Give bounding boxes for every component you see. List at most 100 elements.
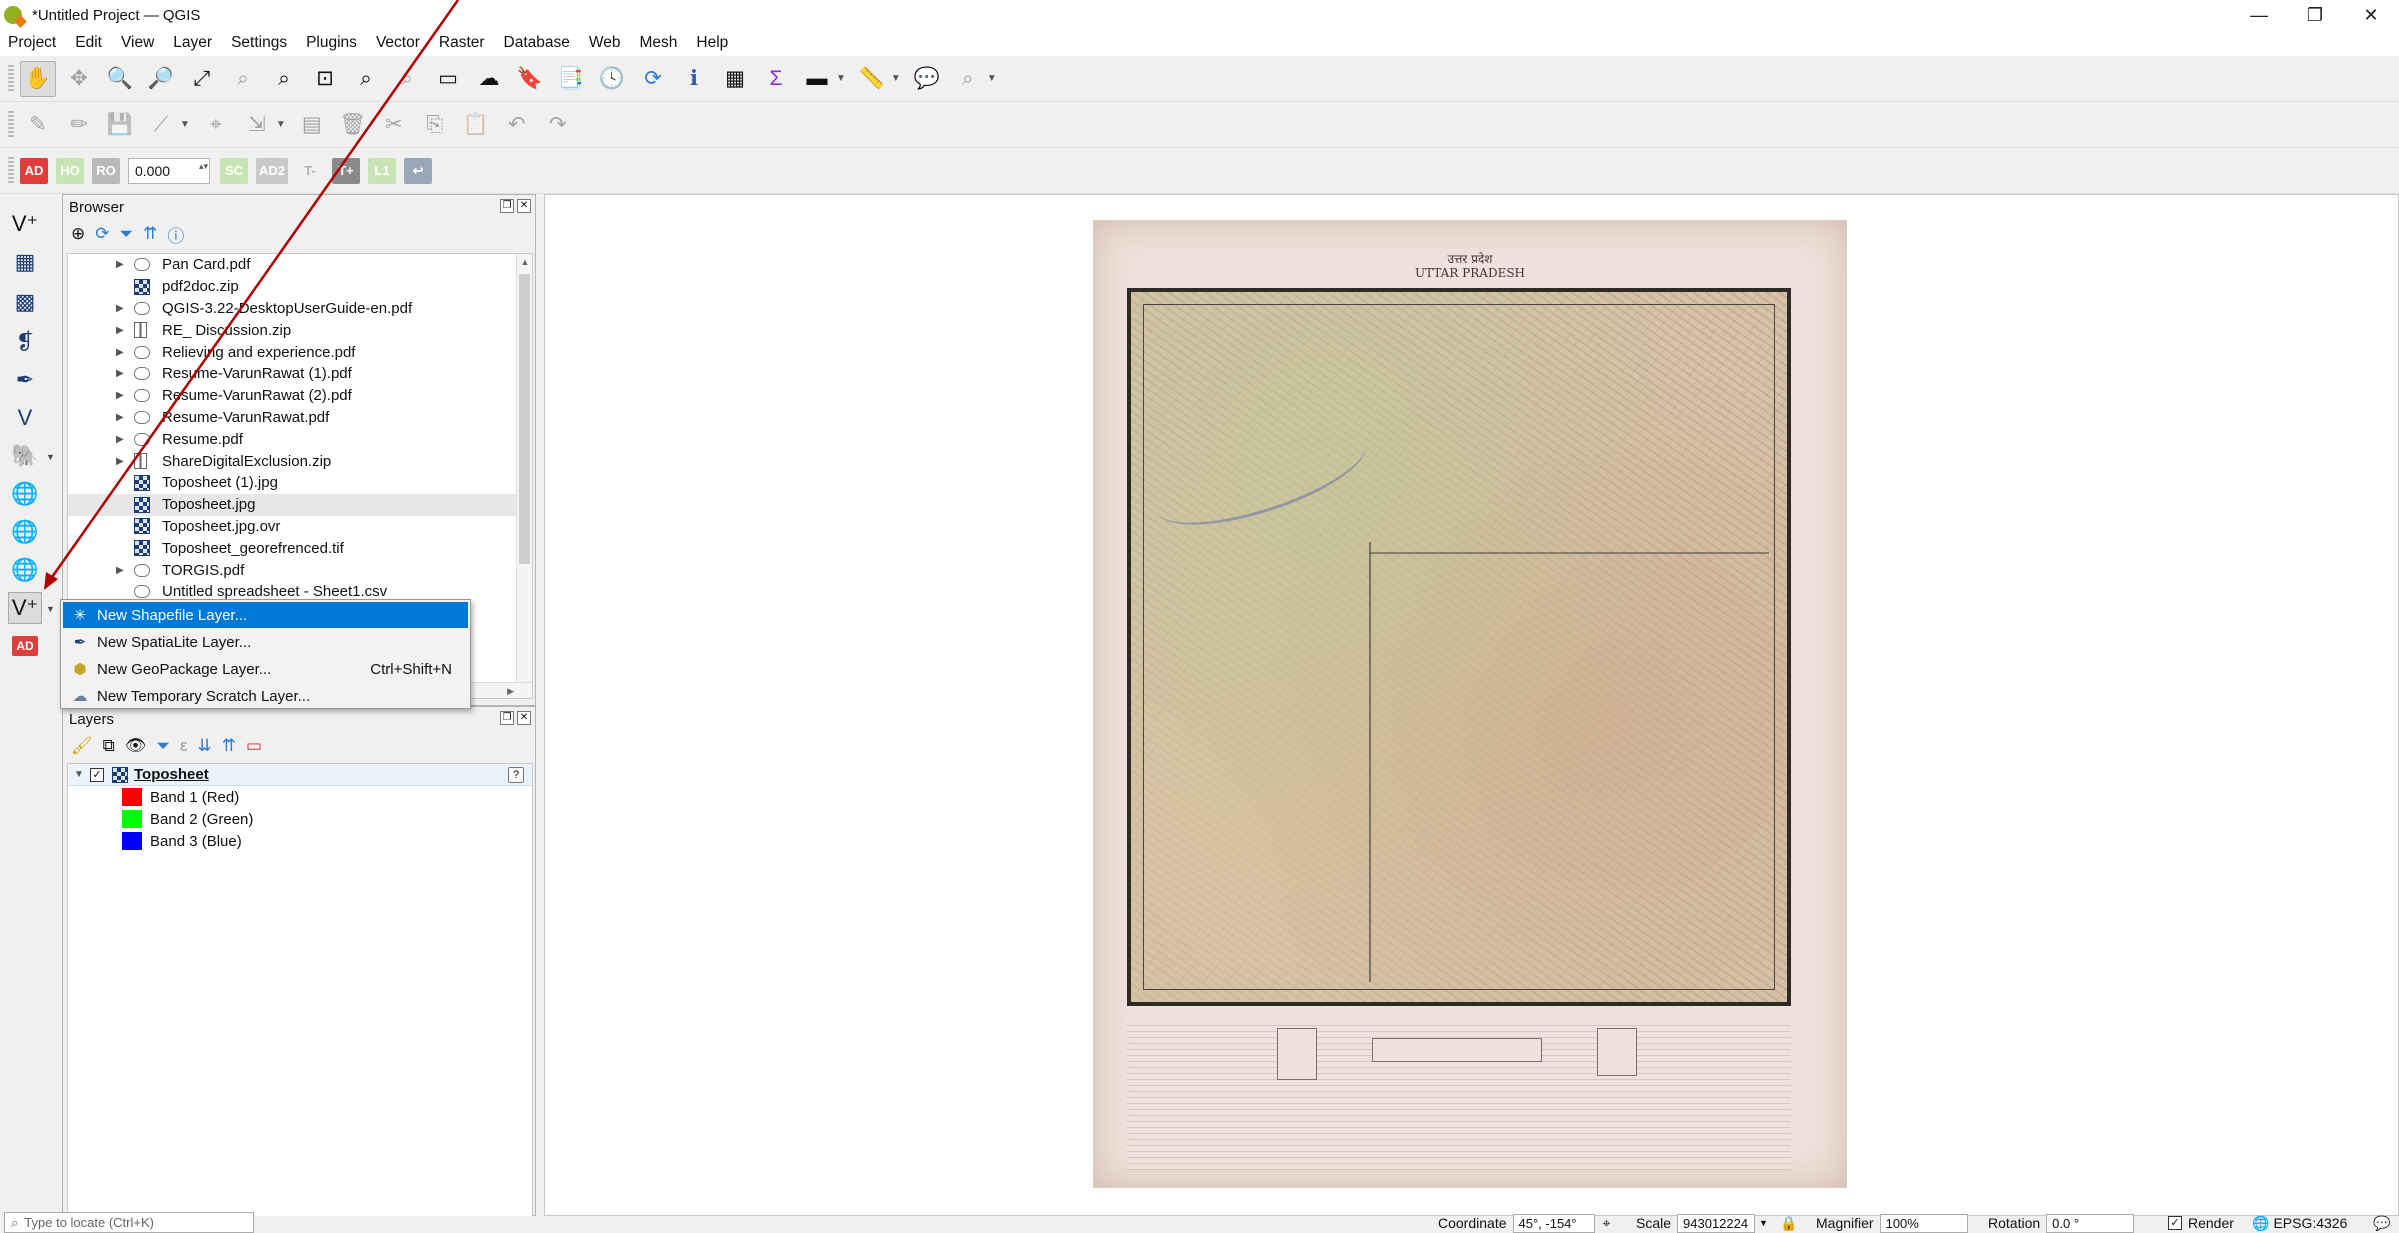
filter-legend-icon[interactable]: ⏷ [156, 736, 170, 756]
zoom-to-selection-icon[interactable]: ⌕ [225, 61, 261, 97]
new-shapefile-layer-icon[interactable]: V⁺ [8, 592, 42, 624]
menu-item-new-temporary-scratch-layer[interactable]: ☁ New Temporary Scratch Layer... [63, 683, 468, 709]
undo-icon[interactable]: ↶ [499, 107, 535, 143]
zoom-full-icon[interactable]: ⤢ [184, 61, 220, 97]
add-delimited-text-icon[interactable]: ❡ [8, 326, 42, 358]
save-edits-icon[interactable]: 💾 [102, 107, 138, 143]
new-3d-map-view-icon[interactable]: ☁ [471, 61, 507, 97]
add-wfs-layer-icon[interactable]: 🌐 [8, 516, 42, 548]
crs-label[interactable]: EPSG:4326 [2273, 1215, 2347, 1231]
refresh-icon[interactable]: ⟳ [95, 224, 109, 244]
menu-raster[interactable]: Raster [439, 34, 485, 52]
scrollbar-thumb[interactable] [519, 274, 530, 564]
menu-project[interactable]: Project [8, 34, 56, 52]
style-manager-icon[interactable]: 🖌 [71, 736, 93, 756]
expand-arrow-icon[interactable]: ▶ [116, 347, 124, 358]
expand-arrow-icon[interactable]: ▶ [116, 303, 124, 314]
redo-icon[interactable]: ↷ [540, 107, 576, 143]
add-group-icon[interactable]: ⧉ [103, 736, 115, 756]
new-map-view-icon[interactable]: ▭ [430, 61, 466, 97]
rotation-lock-button[interactable]: RO [92, 157, 120, 184]
menu-vector[interactable]: Vector [376, 34, 420, 52]
magnifier-field[interactable]: 100% [1879, 1213, 1968, 1233]
undo-action-button[interactable]: ↩ [404, 157, 433, 184]
advanced-digitizing-button[interactable]: AD [20, 157, 48, 184]
browser-item[interactable]: ▶ Resume-VarunRawat.pdf [68, 407, 532, 429]
toggle-editing-icon[interactable]: ✏ [61, 107, 97, 143]
add-spatialite-icon[interactable]: ✒ [8, 364, 42, 396]
menu-settings[interactable]: Settings [231, 34, 287, 52]
edit-table-icon[interactable]: ▤ [294, 107, 330, 143]
toolbar-grip[interactable] [8, 156, 14, 185]
menu-layer[interactable]: Layer [173, 34, 212, 52]
identify-features-icon[interactable]: ℹ [676, 61, 712, 97]
float-panel-icon[interactable]: ❐ [500, 711, 514, 725]
layer-row[interactable]: ▼ ✓ Toposheet ? [68, 764, 532, 786]
remove-layer-icon[interactable]: ▭ [246, 736, 262, 756]
zoom-out-icon[interactable]: 🔎 [143, 61, 179, 97]
browser-item[interactable]: ▶ RE_ Discussion.zip [68, 319, 532, 341]
snap-button[interactable]: SC [220, 157, 248, 184]
modify-attributes-icon[interactable]: ⇲ [239, 107, 275, 143]
zoom-last-icon[interactable]: ⌕ [348, 61, 384, 97]
menu-item-new-shapefile-layer[interactable]: ✳ New Shapefile Layer... [63, 602, 468, 628]
pan-map-icon[interactable]: ✋ [20, 60, 56, 97]
expand-arrow-icon[interactable]: ▶ [116, 456, 124, 467]
menu-web[interactable]: Web [589, 34, 621, 52]
add-feature-icon[interactable]: ⟋ [143, 107, 179, 143]
add-wms-layer-icon[interactable]: 🌐 [8, 478, 42, 510]
manage-visibility-icon[interactable]: 👁 [125, 736, 147, 756]
add-point-button[interactable]: AD2 [256, 157, 289, 184]
map-tips-icon[interactable]: 💬 [909, 61, 945, 97]
close-panel-icon[interactable]: ✕ [517, 199, 531, 213]
add-raster-layer-icon[interactable]: ▦ [8, 246, 42, 278]
expand-arrow-icon[interactable]: ▶ [116, 565, 124, 576]
chevron-down-icon[interactable]: ▼ [987, 73, 997, 84]
menu-database[interactable]: Database [504, 34, 570, 52]
chevron-down-icon[interactable]: ▼ [1759, 1218, 1768, 1228]
browser-item[interactable]: ▶ TORGIS.pdf [68, 559, 532, 581]
delete-selected-icon[interactable]: 🗑 [335, 107, 371, 143]
open-attribute-table-icon[interactable]: ▦ [717, 61, 753, 97]
toggle-extents-icon[interactable]: ⌖ [1603, 1215, 1611, 1232]
browser-item[interactable]: pdf2doc.zip [68, 276, 532, 298]
chevron-down-icon[interactable]: ▼ [891, 73, 901, 84]
deselect-icon[interactable]: ⌕ [950, 61, 986, 97]
measure-line-icon[interactable]: 📏 [854, 61, 890, 97]
scale-field[interactable]: 943012224 [1677, 1213, 1756, 1233]
menu-plugins[interactable]: Plugins [306, 34, 357, 52]
float-panel-icon[interactable]: ❐ [500, 199, 514, 213]
collapse-all-icon[interactable]: ⇈ [222, 736, 236, 756]
text-minus-button[interactable]: T- [296, 157, 325, 184]
copy-features-icon[interactable]: ⎘ [417, 107, 453, 143]
browser-item[interactable]: ▶ QGIS-3.22-DesktopUserGuide-en.pdf [68, 298, 532, 320]
browser-item[interactable]: Toposheet (1).jpg [68, 472, 532, 494]
menu-edit[interactable]: Edit [75, 34, 102, 52]
expand-arrow-icon[interactable]: ▶ [116, 259, 124, 270]
menu-item-new-geopackage-layer[interactable]: ⬢ New GeoPackage Layer... Ctrl+Shift+N [63, 656, 468, 682]
scroll-up-icon[interactable]: ▲ [517, 254, 532, 270]
render-checkbox[interactable]: ✓ [2168, 1216, 2182, 1230]
menu-item-new-spatialite-layer[interactable]: ✒ New SpatiaLite Layer... [63, 629, 468, 655]
lock-scale-icon[interactable]: 🔒 [1780, 1215, 1797, 1232]
new-spatial-bookmark-icon[interactable]: 🔖 [512, 61, 548, 97]
scroll-right-icon[interactable]: ▶ [507, 683, 514, 698]
select-features-icon[interactable]: ▬ [799, 61, 835, 97]
browser-item[interactable]: ▶ Relieving and experience.pdf [68, 341, 532, 363]
expand-arrow-icon[interactable]: ▶ [116, 412, 124, 423]
menu-mesh[interactable]: Mesh [640, 34, 678, 52]
chevron-down-icon[interactable]: ▼ [46, 604, 55, 614]
pan-to-selection-icon[interactable]: ✥ [61, 61, 97, 97]
menu-view[interactable]: View [121, 34, 154, 52]
chevron-down-icon[interactable]: ▼ [180, 119, 190, 130]
current-edits-icon[interactable]: ✎ [20, 107, 56, 143]
level-button[interactable]: L1 [368, 157, 397, 184]
restore-button[interactable]: ❐ [2287, 0, 2343, 30]
show-bookmarks-icon[interactable]: 📑 [553, 61, 589, 97]
expand-all-icon[interactable]: ⇊ [198, 736, 212, 756]
zoom-native-resolution-icon[interactable]: ⊡ [307, 61, 343, 97]
coordinate-field[interactable]: 45°, -154° [1512, 1213, 1595, 1233]
browser-item[interactable]: ▶ Resume-VarunRawat (1).pdf [68, 363, 532, 385]
refresh-icon[interactable]: ⟳ [635, 61, 671, 97]
zoom-in-icon[interactable]: 🔍 [102, 61, 138, 97]
